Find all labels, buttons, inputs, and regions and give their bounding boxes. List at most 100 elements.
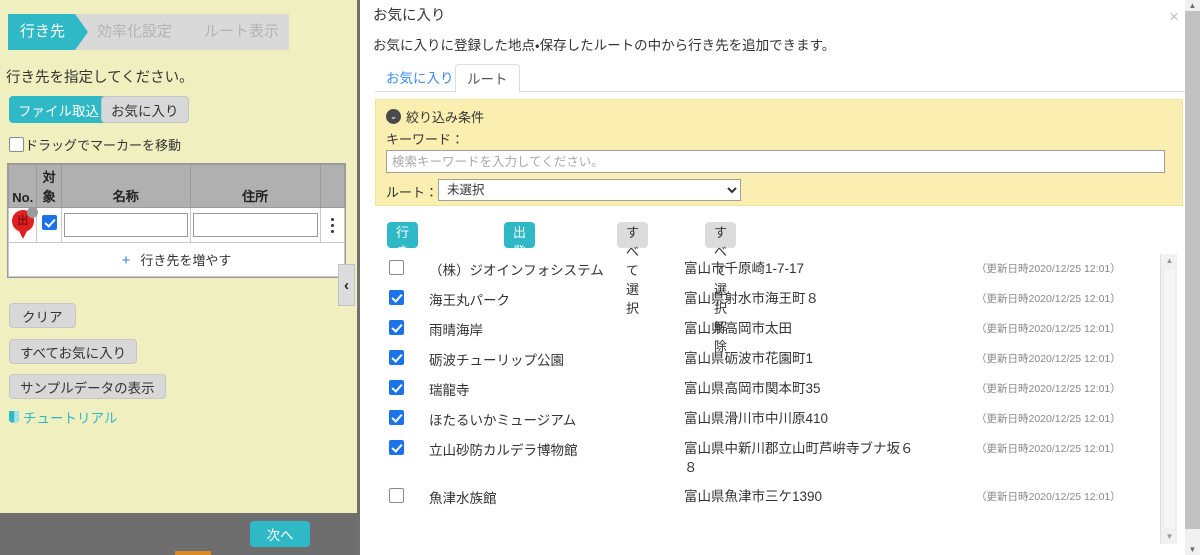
list-item-name: 砺波チューリップ公園 [429,349,684,369]
list-item-name: ほたるいかミュージアム [429,409,684,429]
table-row: 出 [9,208,345,243]
list-item[interactable]: 魚津水族館富山県魚津市三ケ1390（更新日時2020/12/25 12:01） [389,482,1200,512]
tab-favorite[interactable]: お気に入り [375,64,465,93]
sample-data-button[interactable]: サンプルデータの表示 [9,374,166,399]
drag-marker-checkbox[interactable] [9,137,24,152]
orange-indicator-bar [175,551,211,555]
add-destination-cell[interactable]: +行き先を増やす [9,243,345,277]
list-item[interactable]: （株）ジオインフォシステム富山市千原崎1-7-17（更新日時2020/12/25… [389,254,1200,284]
destination-table-header-row: No. 対象 名称 住所 [9,165,345,208]
row-name-input[interactable] [64,213,188,237]
list-item-checkbox[interactable] [389,380,404,395]
list-item-checkbox[interactable] [389,290,404,305]
list-item-name: 立山砂防カルデラ博物館 [429,439,684,459]
set-as-origin-button[interactable]: 出発地に設定 [504,222,535,248]
list-item-updated: （更新日時2020/12/25 12:01） [924,379,1200,396]
page-scroll-up-icon[interactable]: ▲ [1185,0,1200,11]
list-item-address: 富山県魚津市三ケ1390 [684,487,924,506]
next-button[interactable]: 次へ [250,521,310,547]
list-scroll-down-icon[interactable]: ▼ [1161,530,1178,544]
clear-button[interactable]: クリア [9,303,76,328]
step-destination-label: 行き先 [20,23,65,40]
favorite-button[interactable]: お気に入り [101,96,189,123]
list-item-checkbox[interactable] [389,320,404,335]
list-item[interactable]: 海王丸パーク富山県射水市海王町８（更新日時2020/12/25 12:01） [389,284,1200,314]
favorite-dialog: お気に入り お気に入りに登録した地点・保存したルートの中から行き先を追加できます… [363,0,1185,555]
step-optimization[interactable]: 効率化設定 [75,14,182,50]
col-header-menu [320,165,344,208]
list-item-address: 富山県高岡市太田 [684,319,924,338]
list-item-updated: （更新日時2020/12/25 12:01） [924,487,1200,504]
list-item-checkbox[interactable] [389,440,404,455]
add-to-destination-list-button[interactable]: 行き先リストに追加 [387,222,418,248]
row-address-input[interactable] [193,213,318,237]
col-header-target: 対象 [37,165,61,208]
route-select[interactable]: 未選択 [438,179,741,201]
list-item-checkbox-cell [389,259,429,278]
row-target-checkbox[interactable] [42,215,57,230]
list-item-checkbox[interactable] [389,410,404,425]
kebab-menu-icon[interactable] [323,218,342,233]
list-scrollbar[interactable]: ▲ ▼ [1160,254,1177,544]
list-item-address: 富山県中新川郡立山町芦峅寺ブナ坂６８ [684,439,924,477]
page-scrollbar-thumb[interactable] [1185,11,1200,529]
map-marker-icon[interactable]: 出 [12,210,34,240]
list-item-updated: （更新日時2020/12/25 12:01） [924,319,1200,336]
list-item[interactable]: 雨晴海岸富山県高岡市太田（更新日時2020/12/25 12:01） [389,314,1200,344]
list-item-checkbox[interactable] [389,350,404,365]
tab-route[interactable]: ルート [455,64,520,93]
step-destination[interactable]: 行き先 [8,14,75,50]
destination-table: No. 対象 名称 住所 [7,163,346,278]
step-optimization-label: 効率化設定 [97,23,172,40]
col-header-name: 名称 [61,165,190,208]
list-scrollbar-thumb[interactable] [1163,268,1176,530]
list-item-address: 富山県高岡市関本町35 [684,379,924,398]
add-destination-row[interactable]: +行き先を増やす [9,243,345,277]
marker-badge-dot [27,207,38,218]
list-item-checkbox-cell [389,349,429,368]
route-label: ルート： [386,182,438,201]
list-item-name: 魚津水族館 [429,487,684,507]
list-item-checkbox[interactable] [389,488,404,503]
dialog-title: お気に入り [373,4,446,25]
step-breadcrumb: 行き先 効率化設定 ルート表示 [8,14,289,50]
row-menu-cell[interactable] [320,208,344,243]
col-header-no: No. [9,165,37,208]
list-item[interactable]: 砺波チューリップ公園富山県砺波市花園町1（更新日時2020/12/25 12:0… [389,344,1200,374]
list-item-address: 富山県砺波市花園町1 [684,349,924,368]
list-item[interactable]: 立山砂防カルデラ博物館富山県中新川郡立山町芦峅寺ブナ坂６８（更新日時2020/1… [389,434,1200,482]
filter-heading-label: 絞り込み条件 [406,107,484,126]
list-item-updated: （更新日時2020/12/25 12:01） [924,349,1200,366]
search-input[interactable] [386,150,1165,173]
row-marker-cell[interactable]: 出 [9,208,37,243]
list-item[interactable]: 瑞龍寺富山県高岡市関本町35（更新日時2020/12/25 12:01） [389,374,1200,404]
drag-marker-row: ドラッグでマーカーを移動 [9,135,181,154]
step-route-display[interactable]: ルート表示 [182,14,289,50]
file-import-button[interactable]: ファイル取込 [9,96,108,123]
list-item-checkbox-cell [389,487,429,506]
deselect-all-button[interactable]: すべて選択解除 [705,222,736,248]
favorite-list: （株）ジオインフォシステム富山市千原崎1-7-17（更新日時2020/12/25… [389,254,1200,544]
tutorial-link[interactable]: チュートリアル [8,407,117,427]
instruction-text: 行き先を指定してください。 [6,66,194,87]
list-item[interactable]: ほたるいかミュージアム富山県滑川市中川原410（更新日時2020/12/25 1… [389,404,1200,434]
col-header-address: 住所 [190,165,320,208]
list-item-updated: （更新日時2020/12/25 12:01） [924,409,1200,426]
left-panel: 行き先 効率化設定 ルート表示 行き先を指定してください。 ファイル取込 お気に… [0,0,360,555]
app-root: 行き先 効率化設定 ルート表示 行き先を指定してください。 ファイル取込 お気に… [0,0,1200,555]
list-item-address: 富山県射水市海王町８ [684,289,924,308]
page-scroll-down-icon[interactable]: ▼ [1185,544,1200,555]
list-item-checkbox-cell [389,289,429,308]
left-bottom-bar: 次へ [0,513,357,555]
select-all-button[interactable]: すべて選択 [617,222,648,248]
list-item-checkbox[interactable] [389,260,404,275]
close-icon[interactable]: × [1164,7,1184,27]
page-scrollbar[interactable]: ▲ ▼ [1185,0,1200,555]
list-scroll-up-icon[interactable]: ▲ [1161,254,1178,268]
list-item-address: 富山市千原崎1-7-17 [684,259,924,278]
list-item-name: 海王丸パーク [429,289,684,309]
filter-heading[interactable]: ⌄ 絞り込み条件 [386,107,484,126]
all-favorite-button[interactable]: すべてお気に入り [9,339,137,364]
collapse-left-arrow-icon[interactable]: ‹ [338,264,355,306]
list-item-name: 雨晴海岸 [429,319,684,339]
